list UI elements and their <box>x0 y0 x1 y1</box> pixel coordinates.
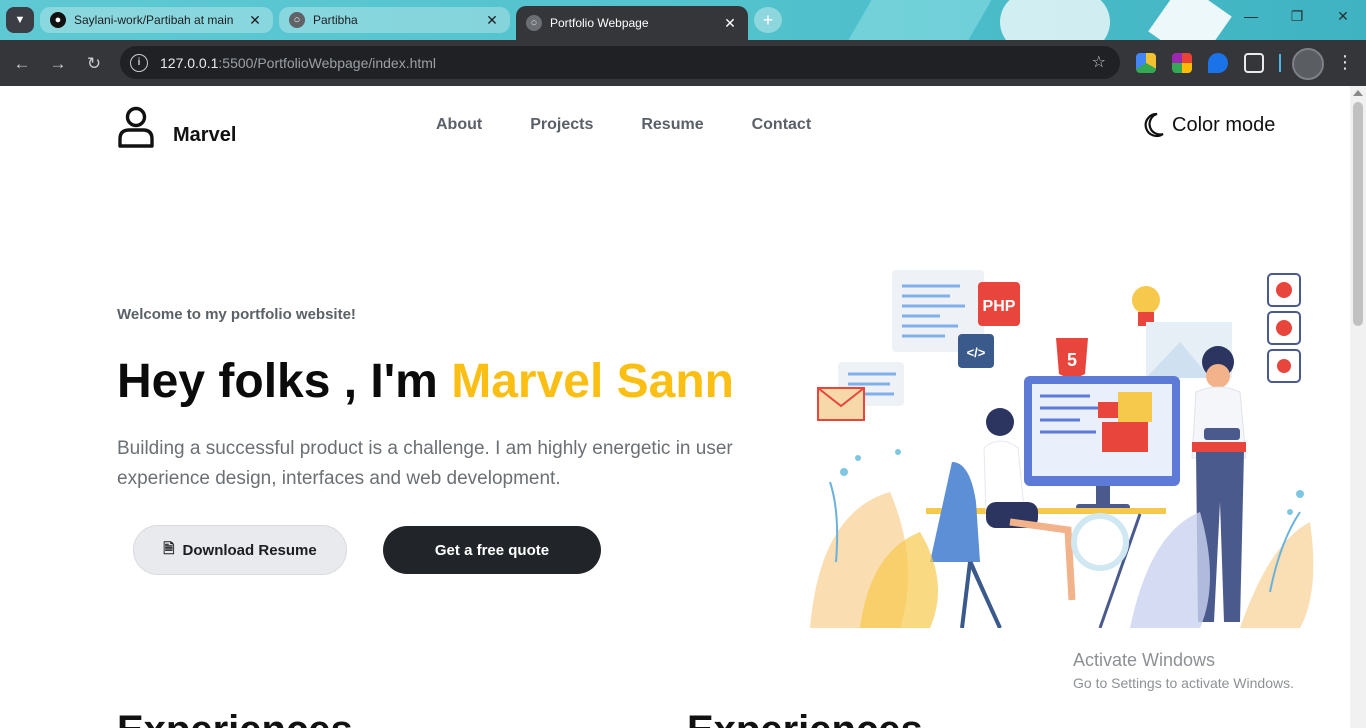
profile-avatar[interactable] <box>1292 48 1324 80</box>
nav-link-resume[interactable]: Resume <box>641 116 703 134</box>
user-icon <box>118 106 154 148</box>
hero-description: Building a successful product is a chall… <box>117 438 733 489</box>
get-quote-label: Get a free quote <box>434 541 550 559</box>
color-mode-label: Color mode <box>1172 113 1276 136</box>
get-quote-button[interactable]: Get a free quote <box>383 526 601 574</box>
nav-link-contact[interactable]: Contact <box>752 116 812 134</box>
page-viewport: Marvel About Projects Resume Contact Col… <box>0 86 1350 728</box>
section-heading-experiences: Experiences <box>687 708 923 728</box>
restore-icon[interactable]: ❐ <box>1274 8 1320 25</box>
address-bar[interactable]: i 127.0.0.1:5500/PortfolioWebpage/index.… <box>120 46 1120 79</box>
url-path: :5500/PortfolioWebpage/index.html <box>218 54 437 71</box>
activate-windows-watermark: Activate Windows Go to Settings to activ… <box>1073 650 1294 691</box>
extension-icon[interactable] <box>1136 53 1156 73</box>
browser-tab-active[interactable]: ○ Portfolio Webpage ✕ <box>516 6 748 40</box>
toolbar-divider <box>1279 54 1281 72</box>
brand[interactable]: Marvel <box>117 106 236 148</box>
download-resume-button[interactable]: 🗎 Download Resume <box>133 525 347 575</box>
hero-illustration: PHP </> 5 <box>810 270 1314 628</box>
main-nav: About Projects Resume Contact <box>436 116 859 134</box>
section-heading-experiences: Experiences <box>117 708 353 728</box>
forward-arrow-icon[interactable]: → <box>46 52 70 76</box>
close-icon[interactable]: ✕ <box>484 12 500 29</box>
back-arrow-icon[interactable]: ← <box>10 52 34 76</box>
tab-title: Saylani-work/Partibah at main <box>74 13 234 27</box>
browser-tab[interactable]: ● Saylani-work/Partibah at main ✕ <box>40 7 273 33</box>
theme-decoration <box>842 0 998 40</box>
tab-title: Partibha <box>313 13 358 27</box>
color-mode-toggle[interactable]: Color mode <box>1142 112 1275 138</box>
browser-toolbar: ← → ↻ i 127.0.0.1:5500/PortfolioWebpage/… <box>0 40 1366 86</box>
theme-decoration <box>1148 0 1232 40</box>
window-close-icon[interactable]: ✕ <box>1320 8 1366 25</box>
browser-tab[interactable]: ○ Partibha ✕ <box>279 7 510 33</box>
close-icon[interactable]: ✕ <box>247 12 263 29</box>
tab-title: Portfolio Webpage <box>550 16 649 30</box>
tab-search-chevron-icon[interactable]: ▼ <box>6 7 34 33</box>
globe-icon: ○ <box>526 15 542 31</box>
bookmark-star-icon[interactable]: ☆ <box>1092 52 1106 72</box>
html5-badge-label: 5 <box>1067 350 1077 370</box>
minimize-icon[interactable]: — <box>1228 8 1274 24</box>
nav-link-projects[interactable]: Projects <box>530 116 593 134</box>
site-info-icon[interactable]: i <box>130 53 148 72</box>
brand-name: Marvel <box>173 123 237 146</box>
nav-link-about[interactable]: About <box>436 116 482 134</box>
scrollbar-thumb[interactable] <box>1353 102 1363 326</box>
puzzle-extensions-icon[interactable] <box>1244 53 1264 73</box>
moon-icon <box>1144 112 1164 138</box>
extension-icon[interactable] <box>1172 53 1192 73</box>
code-badge-label: </> <box>967 345 986 360</box>
kebab-menu-icon[interactable]: ⋮ <box>1336 52 1354 73</box>
page-scrollbar[interactable] <box>1350 86 1366 728</box>
php-badge-label: PHP <box>983 298 1016 315</box>
new-tab-button[interactable]: + <box>754 7 782 33</box>
headline-name: Marvel Sann <box>451 355 734 408</box>
url-host: 127.0.0.1 <box>160 54 219 71</box>
hero-headline: Hey folks , I'm Marvel Sann <box>117 354 734 409</box>
scroll-up-arrow-icon[interactable] <box>1353 90 1363 96</box>
browser-tab-strip: ▼ ● Saylani-work/Partibah at main ✕ ○ Pa… <box>0 0 1366 40</box>
watermark-title: Activate Windows <box>1073 650 1216 670</box>
close-icon[interactable]: ✕ <box>722 15 738 32</box>
download-resume-label: Download Resume <box>182 541 317 559</box>
document-icon: 🗎 <box>163 540 175 556</box>
globe-icon: ○ <box>289 12 305 28</box>
theme-decoration <box>1000 0 1110 40</box>
extension-icon[interactable] <box>1208 53 1228 73</box>
reload-icon[interactable]: ↻ <box>82 52 106 76</box>
welcome-text: Welcome to my portfolio website! <box>117 306 356 323</box>
headline-prefix: Hey folks , I'm <box>117 355 452 408</box>
github-icon: ● <box>50 12 66 28</box>
url-text[interactable]: 127.0.0.1:5500/PortfolioWebpage/index.ht… <box>160 55 436 71</box>
watermark-subtitle: Go to Settings to activate Windows. <box>1073 675 1294 691</box>
